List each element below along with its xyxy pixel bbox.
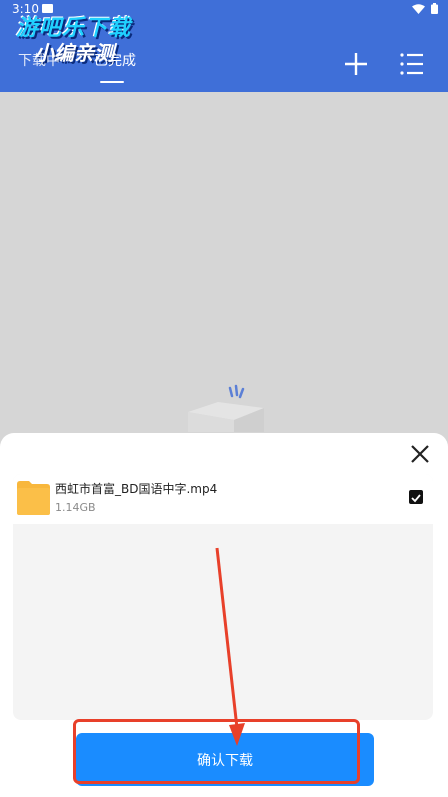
app-bar: 3:10 游吧乐下载 小编亲测 下载中 已完成 (0, 0, 448, 92)
empty-box-icon (188, 384, 264, 432)
plus-icon[interactable] (342, 50, 370, 78)
tab-completed[interactable]: 已完成 (94, 50, 136, 70)
status-icons (412, 3, 438, 14)
close-icon[interactable] (406, 440, 434, 468)
check-icon (411, 494, 421, 503)
battery-icon (431, 3, 438, 14)
tab-indicator (100, 81, 124, 83)
wifi-icon (412, 3, 425, 14)
confirm-download-button[interactable]: 确认下载 (76, 733, 374, 786)
file-size: 1.14GB (55, 501, 96, 514)
folder-icon (17, 481, 50, 515)
file-name: 西虹市首富_BD国语中字.mp4 (55, 482, 218, 496)
file-checkbox[interactable] (409, 490, 423, 504)
tab-downloading[interactable]: 下载中 (18, 50, 60, 70)
list-icon[interactable] (398, 50, 426, 78)
